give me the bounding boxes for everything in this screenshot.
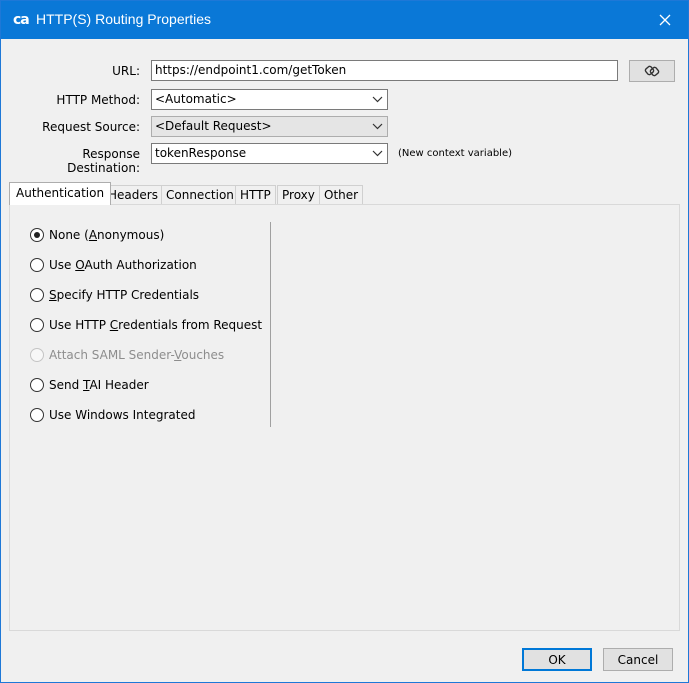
radio-none-anonymous[interactable]: None (Anonymous): [30, 225, 164, 245]
close-icon: [659, 14, 671, 26]
cancel-button[interactable]: Cancel: [603, 648, 673, 671]
link-chain-icon: [644, 65, 660, 77]
response-destination-select[interactable]: tokenResponse: [151, 143, 388, 164]
vertical-separator: [270, 222, 271, 427]
radio-label: Use HTTP Credentials from Request: [49, 318, 263, 332]
title-bar: ca HTTP(S) Routing Properties: [1, 1, 688, 39]
http-method-value: <Automatic>: [155, 92, 237, 106]
http-method-label: HTTP Method:: [56, 93, 140, 107]
ca-logo: ca: [13, 12, 30, 28]
radio-send-tai-header[interactable]: Send TAI Header: [30, 375, 149, 395]
tab-proxy[interactable]: Proxy: [277, 185, 320, 204]
response-destination-hint: (New context variable): [398, 148, 513, 159]
tab-http[interactable]: HTTP: [235, 185, 276, 204]
chevron-down-icon: [372, 123, 383, 130]
dialog-window: ca HTTP(S) Routing Properties URL: https…: [0, 0, 689, 683]
chevron-down-icon: [372, 96, 383, 103]
http-method-select[interactable]: <Automatic>: [151, 89, 388, 110]
radio-button-selected[interactable]: [30, 228, 44, 242]
tab-authentication[interactable]: Authentication: [9, 182, 112, 205]
radio-label: Attach SAML Sender-Vouches: [49, 348, 225, 362]
tab-headers[interactable]: Headers: [103, 185, 163, 204]
radio-label: Use OAuth Authorization: [49, 258, 197, 272]
radio-label: Send TAI Header: [49, 378, 149, 392]
radio-button[interactable]: [30, 288, 44, 302]
response-destination-value: tokenResponse: [155, 146, 247, 160]
radio-windows-integrated[interactable]: Use Windows Integrated: [30, 405, 195, 425]
radio-label: None (Anonymous): [49, 228, 165, 242]
close-button[interactable]: [642, 1, 688, 39]
tab-other[interactable]: Other: [319, 185, 364, 204]
window-title: HTTP(S) Routing Properties: [36, 11, 212, 27]
url-label: URL:: [112, 64, 140, 78]
response-destination-label: Response Destination:: [67, 147, 140, 175]
radio-button[interactable]: [30, 318, 44, 332]
request-source-value: <Default Request>: [155, 119, 272, 133]
radio-button[interactable]: [30, 408, 44, 422]
tab-connection[interactable]: Connection: [161, 185, 239, 204]
radio-saml-sender-vouches: Attach SAML Sender-Vouches: [30, 345, 224, 365]
radio-label: Use Windows Integrated: [49, 408, 196, 422]
url-value: https://endpoint1.com/getToken: [155, 63, 347, 77]
radio-credentials-from-request[interactable]: Use HTTP Credentials from Request: [30, 315, 262, 335]
request-source-label: Request Source:: [42, 120, 140, 134]
radio-button[interactable]: [30, 378, 44, 392]
radio-specify-http-credentials[interactable]: Specify HTTP Credentials: [30, 285, 199, 305]
radio-label: Specify HTTP Credentials: [49, 288, 200, 302]
url-input[interactable]: https://endpoint1.com/getToken: [151, 60, 618, 81]
chevron-down-icon: [372, 150, 383, 157]
request-source-select[interactable]: <Default Request>: [151, 116, 388, 137]
radio-button[interactable]: [30, 258, 44, 272]
url-helper-button[interactable]: [629, 60, 675, 82]
radio-oauth-authorization[interactable]: Use OAuth Authorization: [30, 255, 197, 275]
radio-button-disabled: [30, 348, 44, 362]
ok-button[interactable]: OK: [522, 648, 592, 671]
authentication-panel: None (Anonymous) Use OAuth Authorization…: [9, 204, 680, 631]
